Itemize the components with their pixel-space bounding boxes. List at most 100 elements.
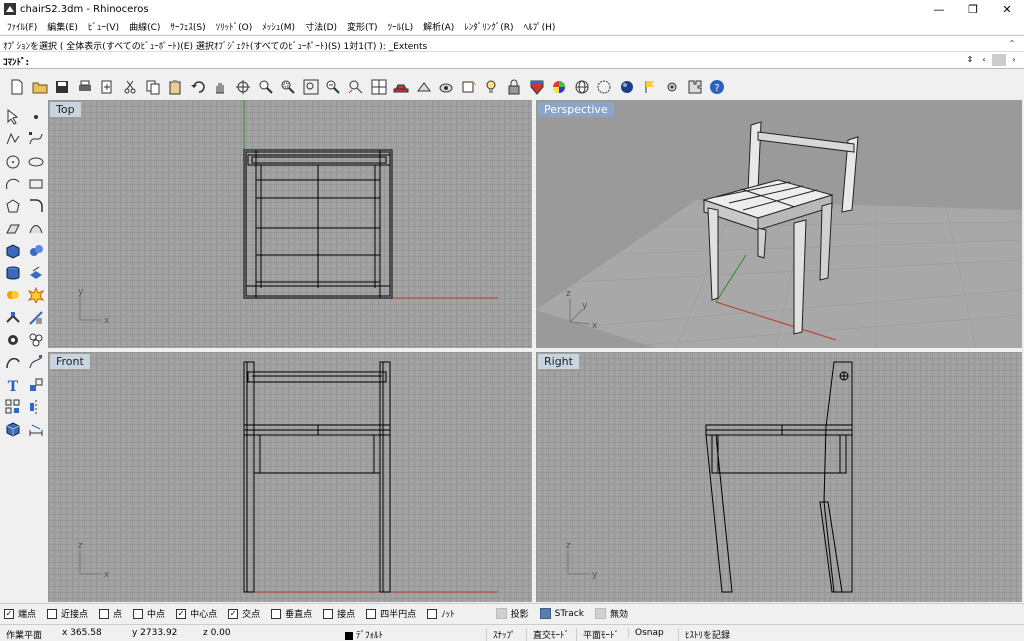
menu-file[interactable]: ﾌｧｲﾙ(F) bbox=[2, 20, 42, 33]
osnap-option[interactable]: 中点 bbox=[133, 607, 165, 620]
curve-icon[interactable] bbox=[25, 128, 47, 150]
text-icon[interactable]: T bbox=[2, 374, 24, 396]
mirror-icon[interactable] bbox=[25, 396, 47, 418]
osnap-option[interactable]: 点 bbox=[99, 607, 122, 620]
scroll-right-icon[interactable]: › bbox=[1008, 54, 1020, 66]
osnap-option[interactable]: ✓ 端点 bbox=[4, 607, 36, 620]
zoom-selected-icon[interactable] bbox=[322, 76, 344, 98]
osnap-option[interactable]: 近接点 bbox=[47, 607, 88, 620]
viewport-front-label[interactable]: Front bbox=[50, 354, 90, 369]
osnap-option[interactable]: 接点 bbox=[323, 607, 355, 620]
import-icon[interactable] bbox=[96, 76, 118, 98]
rotate-view-icon[interactable] bbox=[232, 76, 254, 98]
viewport-perspective-label[interactable]: Perspective bbox=[538, 102, 614, 117]
scroll-left-icon[interactable]: ‹ bbox=[978, 54, 990, 66]
menu-transform[interactable]: 変形(T) bbox=[342, 20, 383, 33]
cut-icon[interactable] bbox=[119, 76, 141, 98]
osnap-extra-option[interactable]: STrack bbox=[539, 608, 584, 619]
command-line[interactable]: ｺﾏﾝﾄﾞ: ⇕ ‹ › bbox=[0, 52, 1024, 69]
close-button[interactable]: ✕ bbox=[990, 0, 1024, 18]
new-file-icon[interactable] bbox=[6, 76, 28, 98]
arc-icon[interactable] bbox=[2, 173, 24, 195]
osnap-option[interactable]: 垂直点 bbox=[271, 607, 312, 620]
viewport-top[interactable]: x y Top bbox=[48, 100, 532, 348]
menu-surface[interactable]: ｻｰﾌｪｽ(S) bbox=[165, 20, 210, 33]
viewport-front[interactable]: x z Front bbox=[48, 352, 532, 602]
pan-hand-icon[interactable] bbox=[209, 76, 231, 98]
point-cloud-icon[interactable] bbox=[2, 329, 24, 351]
grid-icon[interactable] bbox=[413, 76, 435, 98]
group-icon[interactable] bbox=[25, 329, 47, 351]
history-scroll-icon[interactable]: ⌃ bbox=[1006, 38, 1018, 50]
car-icon[interactable] bbox=[390, 76, 412, 98]
boolean-icon[interactable] bbox=[2, 284, 24, 306]
osnap-option[interactable]: ✓ 交点 bbox=[228, 607, 260, 620]
maximize-button[interactable]: ❐ bbox=[956, 0, 990, 18]
checkbox-unchecked[interactable] bbox=[133, 608, 144, 619]
checkbox-unchecked[interactable] bbox=[427, 608, 438, 619]
scroll-thumb[interactable] bbox=[992, 54, 1006, 66]
open-file-icon[interactable] bbox=[29, 76, 51, 98]
puzzle-icon[interactable] bbox=[684, 76, 706, 98]
polyline-icon[interactable] bbox=[2, 128, 24, 150]
checkbox-unchecked[interactable] bbox=[366, 608, 377, 619]
sphere-outline-icon[interactable] bbox=[593, 76, 615, 98]
lightbulb-icon[interactable] bbox=[480, 76, 502, 98]
undo-icon[interactable] bbox=[187, 76, 209, 98]
menu-curve[interactable]: 曲線(C) bbox=[124, 20, 165, 33]
flag-icon[interactable] bbox=[639, 76, 661, 98]
osnap-extra-toggle[interactable] bbox=[594, 608, 606, 619]
zoom-window-icon[interactable] bbox=[277, 76, 299, 98]
menu-render[interactable]: ﾚﾝﾀﾞﾘﾝｸﾞ(R) bbox=[459, 20, 518, 33]
point-icon[interactable] bbox=[25, 106, 47, 128]
viewport-right-label[interactable]: Right bbox=[538, 354, 579, 369]
copy-icon[interactable] bbox=[142, 76, 164, 98]
fillet-curve-icon[interactable] bbox=[25, 195, 47, 217]
checkbox-checked[interactable]: ✓ bbox=[4, 608, 14, 619]
sphere-solid-icon[interactable] bbox=[25, 240, 47, 262]
viewport-right[interactable]: y z Right bbox=[536, 352, 1022, 602]
menu-edit[interactable]: 編集(E) bbox=[42, 20, 83, 33]
save-icon[interactable] bbox=[51, 76, 73, 98]
menu-tools[interactable]: ﾂｰﾙ(L) bbox=[383, 20, 419, 33]
checkbox-unchecked[interactable] bbox=[99, 608, 110, 619]
history-toggle[interactable]: ﾋｽﾄﾘを記録 bbox=[678, 628, 730, 641]
polygon-icon[interactable] bbox=[2, 195, 24, 217]
cylinder-solid-icon[interactable] bbox=[2, 262, 24, 284]
shield-icon[interactable] bbox=[526, 76, 548, 98]
color-wheel-icon[interactable] bbox=[548, 76, 570, 98]
scale-icon[interactable] bbox=[25, 374, 47, 396]
osnap-toggle[interactable]: Osnap bbox=[628, 628, 664, 638]
explode-icon[interactable] bbox=[25, 284, 47, 306]
cplane-label[interactable]: 作業平面 bbox=[6, 628, 42, 641]
menu-view[interactable]: ﾋﾞｭｰ(V) bbox=[83, 20, 124, 33]
menu-help[interactable]: ﾍﾙﾌﾟ(H) bbox=[519, 20, 561, 33]
osnap-option[interactable]: ✓ 中心点 bbox=[176, 607, 217, 620]
bend-icon[interactable] bbox=[2, 351, 24, 373]
osnap-option[interactable]: ﾉｯﾄ bbox=[427, 607, 455, 620]
menu-dimension[interactable]: 寸法(D) bbox=[300, 20, 342, 33]
zoom-extents-icon[interactable] bbox=[300, 76, 322, 98]
sphere-render-icon[interactable] bbox=[616, 76, 638, 98]
print-icon[interactable] bbox=[74, 76, 96, 98]
osnap-extra-option[interactable]: 無効 bbox=[594, 607, 628, 620]
sphere-wire-icon[interactable] bbox=[571, 76, 593, 98]
checkbox-checked[interactable]: ✓ bbox=[228, 608, 239, 619]
rectangle-icon[interactable] bbox=[25, 173, 47, 195]
viewport-perspective[interactable]: x y z Perspective bbox=[536, 100, 1022, 348]
camera-icon[interactable] bbox=[435, 76, 457, 98]
spin-icon[interactable]: ⇕ bbox=[964, 54, 976, 66]
checkbox-unchecked[interactable] bbox=[47, 608, 58, 619]
osnap-extra-toggle[interactable] bbox=[539, 608, 551, 619]
help-icon[interactable]: ? bbox=[706, 76, 728, 98]
menu-mesh[interactable]: ﾒｯｼｭ(M) bbox=[257, 20, 300, 33]
ortho-toggle[interactable]: 直交ﾓｰﾄﾞ bbox=[526, 628, 569, 641]
checkbox-unchecked[interactable] bbox=[271, 608, 282, 619]
osnap-option[interactable]: 四半円点 bbox=[366, 607, 416, 620]
surface-icon[interactable] bbox=[2, 218, 24, 240]
paste-icon[interactable] bbox=[164, 76, 186, 98]
box-shaded-icon[interactable] bbox=[2, 418, 24, 440]
menu-analyze[interactable]: 解析(A) bbox=[418, 20, 459, 33]
zoom-all-icon[interactable] bbox=[345, 76, 367, 98]
gear-icon[interactable] bbox=[661, 76, 683, 98]
